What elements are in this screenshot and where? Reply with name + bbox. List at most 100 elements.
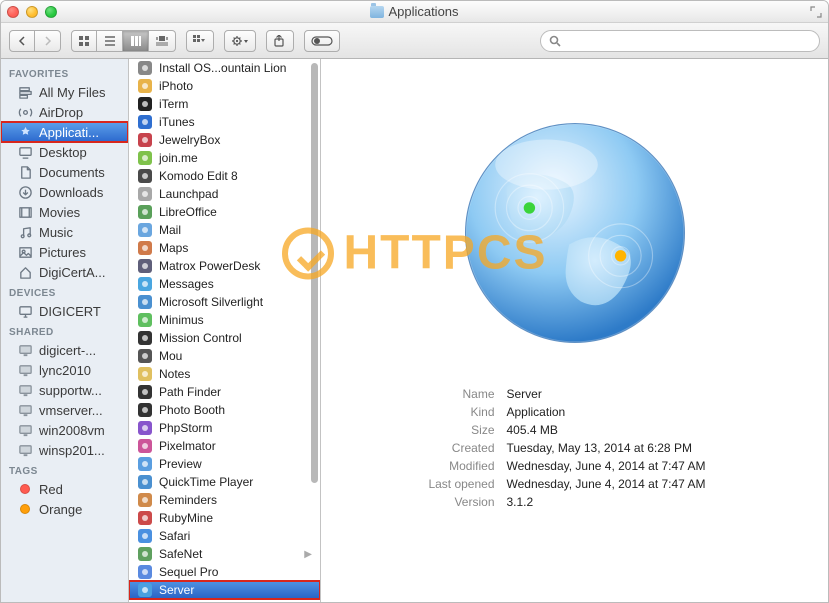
file-row[interactable]: RubyMine <box>129 509 320 527</box>
sidebar-item-music[interactable]: Music <box>1 222 128 242</box>
back-button[interactable] <box>9 30 35 52</box>
sidebar-item-airdrop[interactable]: AirDrop <box>1 102 128 122</box>
column-view-button[interactable] <box>123 30 149 52</box>
network-drive-icon <box>17 342 33 358</box>
file-name: LibreOffice <box>159 205 217 219</box>
file-row[interactable]: Reminders <box>129 491 320 509</box>
file-info: Name Server Kind Application Size 405.4 … <box>385 387 765 509</box>
view-mode-buttons <box>71 30 176 52</box>
file-row[interactable]: LibreOffice <box>129 203 320 221</box>
value-size: 405.4 MB <box>507 423 765 437</box>
file-row[interactable]: Mail <box>129 221 320 239</box>
sidebar-item-desktop[interactable]: Desktop <box>1 142 128 162</box>
sidebar-item-network-drive[interactable]: lync2010 <box>1 360 128 380</box>
file-row[interactable]: Sequel Pro <box>129 563 320 581</box>
app-icon <box>137 330 153 346</box>
file-row[interactable]: Safari <box>129 527 320 545</box>
sidebar-item-tag[interactable]: Orange <box>1 499 128 519</box>
sidebar-item-label: All My Files <box>39 85 105 100</box>
sidebar-item-documents[interactable]: Documents <box>1 162 128 182</box>
file-row[interactable]: Komodo Edit 8 <box>129 167 320 185</box>
sidebar-item-tag[interactable]: Red <box>1 479 128 499</box>
app-icon <box>137 564 153 580</box>
file-row[interactable]: Launchpad <box>129 185 320 203</box>
nav-buttons <box>9 30 61 52</box>
sidebar-item-network-drive[interactable]: vmserver... <box>1 400 128 420</box>
file-row[interactable]: Pixelmator <box>129 437 320 455</box>
file-row[interactable]: Mission Control <box>129 329 320 347</box>
file-row[interactable]: Mou <box>129 347 320 365</box>
scrollbar[interactable] <box>311 63 318 483</box>
file-row[interactable]: iTerm <box>129 95 320 113</box>
label-created: Created <box>385 441 495 455</box>
action-menu[interactable] <box>224 30 256 52</box>
search-icon <box>549 35 561 47</box>
label-lastopened: Last opened <box>385 477 495 491</box>
file-row[interactable]: Install OS...ountain Lion <box>129 59 320 77</box>
arrange-menu[interactable] <box>186 30 214 52</box>
app-icon <box>137 150 153 166</box>
pictures-icon <box>17 244 33 260</box>
file-row[interactable]: Preview <box>129 455 320 473</box>
file-name: SafeNet <box>159 547 202 561</box>
app-icon <box>137 276 153 292</box>
list-view-button[interactable] <box>97 30 123 52</box>
sidebar-item-label: Music <box>39 225 73 240</box>
label-modified: Modified <box>385 459 495 473</box>
file-row[interactable]: Path Finder <box>129 383 320 401</box>
window-title: Applications <box>1 4 828 19</box>
app-icon <box>137 312 153 328</box>
file-name: Minimus <box>159 313 204 327</box>
sidebar-item-label: DigiCertA... <box>39 265 105 280</box>
search-field[interactable] <box>540 30 820 52</box>
titlebar: Applications <box>1 1 828 23</box>
forward-button[interactable] <box>35 30 61 52</box>
tags-button[interactable] <box>304 30 340 52</box>
sidebar-item-network-drive[interactable]: digicert-... <box>1 340 128 360</box>
imac-icon <box>17 303 33 319</box>
file-name: Safari <box>159 529 190 543</box>
coverflow-view-button[interactable] <box>149 30 176 52</box>
share-button[interactable] <box>266 30 294 52</box>
server-app-icon <box>461 119 689 347</box>
desktop-icon <box>17 144 33 160</box>
sidebar-item-movies[interactable]: Movies <box>1 202 128 222</box>
file-row[interactable]: iPhoto <box>129 77 320 95</box>
window-title-text: Applications <box>388 4 458 19</box>
all-my-files-icon <box>17 84 33 100</box>
file-row[interactable]: Minimus <box>129 311 320 329</box>
app-icon <box>137 474 153 490</box>
value-version: 3.1.2 <box>507 495 765 509</box>
sidebar-item-network-drive[interactable]: winsp201... <box>1 440 128 460</box>
file-row[interactable]: QuickTime Player <box>129 473 320 491</box>
app-icon <box>137 186 153 202</box>
file-row[interactable]: Matrox PowerDesk <box>129 257 320 275</box>
file-row[interactable]: Photo Booth <box>129 401 320 419</box>
file-row[interactable]: iTunes <box>129 113 320 131</box>
fullscreen-icon[interactable] <box>810 6 822 18</box>
file-row[interactable]: Maps <box>129 239 320 257</box>
label-name: Name <box>385 387 495 401</box>
app-icon <box>137 240 153 256</box>
file-row[interactable]: Microsoft Silverlight <box>129 293 320 311</box>
file-name: Komodo Edit 8 <box>159 169 238 183</box>
sidebar-item-pictures[interactable]: Pictures <box>1 242 128 262</box>
sidebar-item-label: DIGICERT <box>39 304 101 319</box>
file-row[interactable]: JewelryBox <box>129 131 320 149</box>
file-row[interactable]: Notes <box>129 365 320 383</box>
sidebar-item-applications[interactable]: Applicati... <box>1 122 128 142</box>
sidebar-item-network-drive[interactable]: win2008vm <box>1 420 128 440</box>
file-row[interactable]: join.me <box>129 149 320 167</box>
sidebar-item-home[interactable]: DigiCertA... <box>1 262 128 282</box>
sidebar-item-all-my-files[interactable]: All My Files <box>1 82 128 102</box>
sidebar-item-imac[interactable]: DIGICERT <box>1 301 128 321</box>
search-input[interactable] <box>565 34 811 48</box>
file-row[interactable]: SafeNet▶ <box>129 545 320 563</box>
sidebar-item-downloads[interactable]: Downloads <box>1 182 128 202</box>
file-row[interactable]: Server <box>129 581 320 599</box>
file-row[interactable]: Messages <box>129 275 320 293</box>
sidebar-item-network-drive[interactable]: supportw... <box>1 380 128 400</box>
file-row[interactable]: PhpStorm <box>129 419 320 437</box>
icon-view-button[interactable] <box>71 30 97 52</box>
app-icon <box>137 384 153 400</box>
